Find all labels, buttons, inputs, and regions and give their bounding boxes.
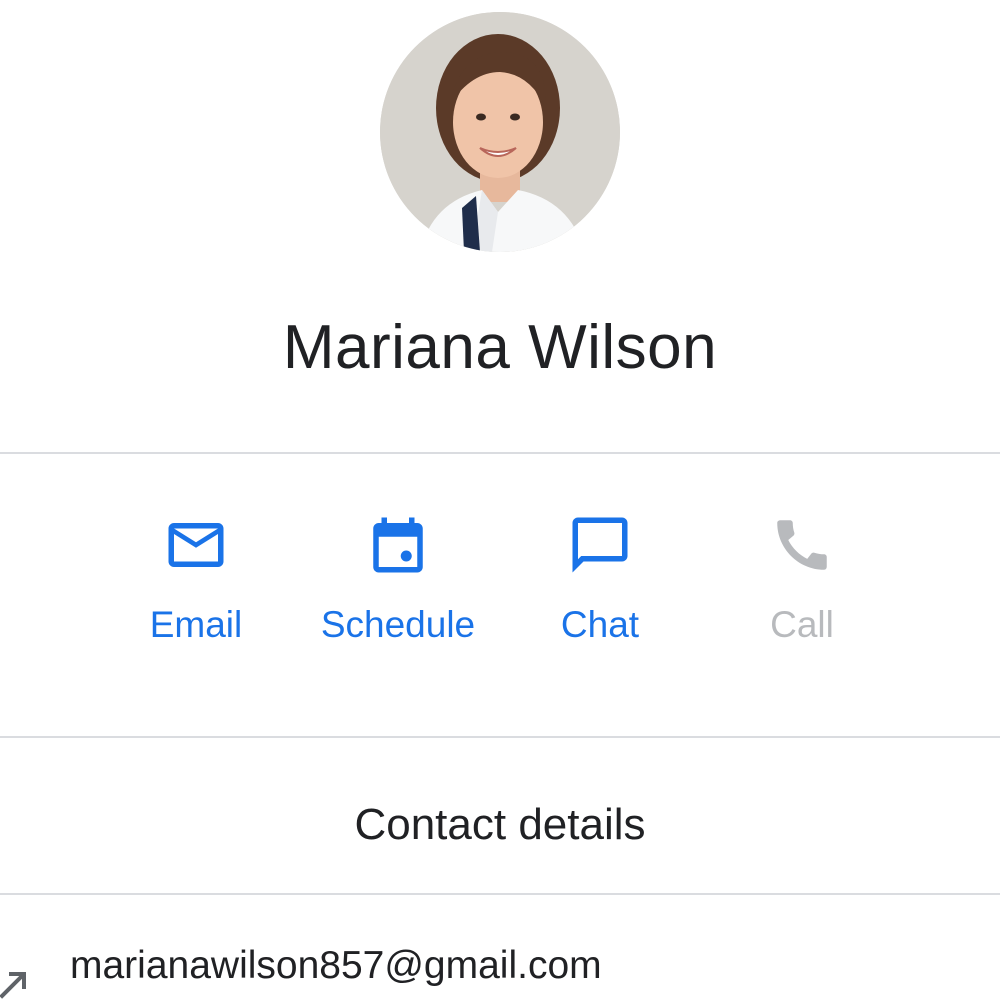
chat-bubble-icon — [572, 517, 628, 573]
schedule-action-button[interactable]: Schedule — [298, 512, 498, 646]
divider — [0, 736, 1000, 738]
chat-action-label: Chat — [560, 604, 640, 645]
schedule-action-label: Schedule — [320, 604, 476, 645]
call-action-button[interactable]: Call — [702, 512, 902, 646]
calendar-icon — [373, 517, 423, 573]
avatar[interactable] — [380, 12, 620, 252]
email-action-label: Email — [149, 604, 243, 645]
divider — [0, 452, 1000, 454]
divider — [0, 893, 1000, 895]
mail-icon — [168, 523, 224, 567]
call-action-label: Call — [770, 604, 834, 645]
chat-action-button[interactable]: Chat — [500, 512, 700, 646]
open-external-icon — [0, 972, 26, 999]
profile-photo — [380, 12, 620, 252]
contact-name: Mariana Wilson — [282, 313, 718, 382]
contact-card-page: Mariana Wilson Email Schedule Chat Call … — [0, 0, 1000, 1000]
email-action-button[interactable]: Email — [96, 512, 296, 646]
contact-details-heading: Contact details — [354, 800, 646, 849]
phone-icon — [777, 520, 827, 570]
email-address[interactable]: marianawilson857@gmail.com — [70, 944, 602, 988]
email-detail-row[interactable]: marianawilson857@gmail.com — [0, 938, 1000, 1000]
